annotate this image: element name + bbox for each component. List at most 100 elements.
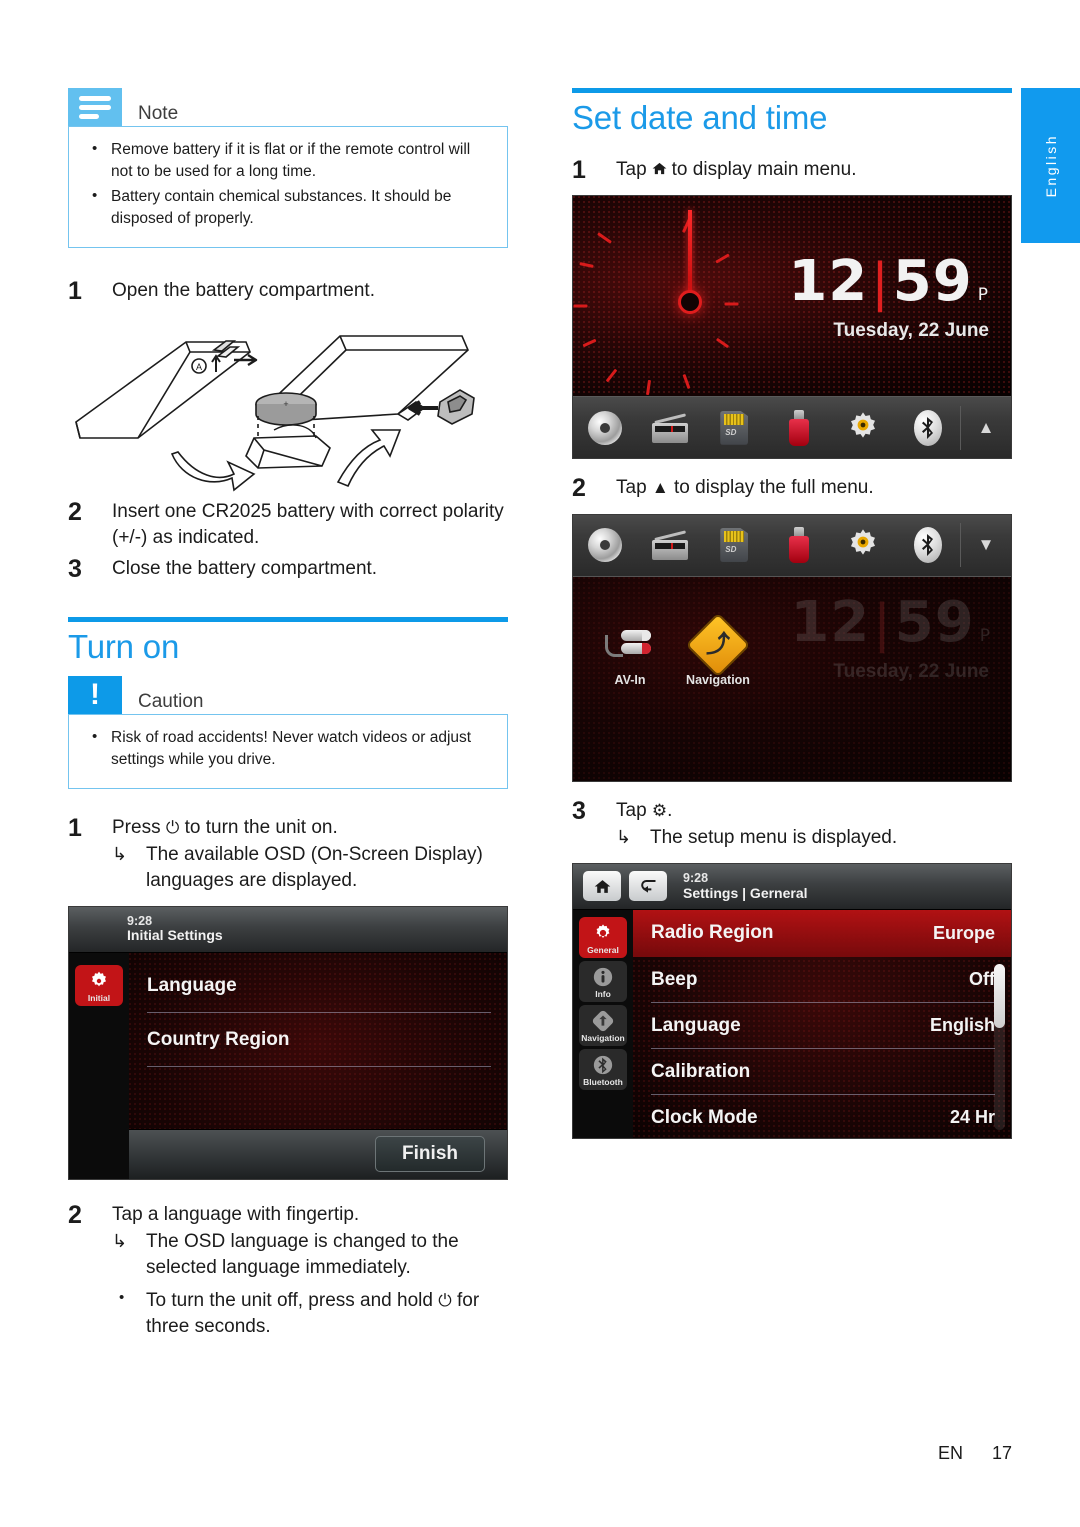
result-arrow-icon: ↳ xyxy=(112,844,128,865)
screen-title: Initial Settings xyxy=(127,927,223,944)
step-number: 2 xyxy=(68,498,82,527)
disc-icon xyxy=(588,410,623,445)
footer-language-code: EN xyxy=(937,1443,963,1463)
list-item[interactable]: Country Region xyxy=(129,1013,507,1067)
list-item[interactable]: Language xyxy=(129,959,507,1013)
result-arrow-icon: ↳ xyxy=(112,1231,128,1252)
bluetooth-icon xyxy=(913,409,942,446)
screen-top-bar: 9:28 Settings | Gerneral xyxy=(573,863,1011,910)
screen-sidebar: General Info Navigation Bluetooth xyxy=(573,909,633,1138)
clock-tick xyxy=(724,302,739,306)
caution-item: Risk of road accidents! Never watch vide… xyxy=(85,726,491,772)
toolbar-item-settings[interactable] xyxy=(831,515,896,576)
toolbar-item-disc[interactable] xyxy=(573,397,638,458)
clock-meridiem: P xyxy=(977,285,989,306)
toolbar-item-sd[interactable]: SD xyxy=(702,515,767,576)
app-tile-av-in[interactable]: AV-In xyxy=(587,619,673,687)
clock-tick xyxy=(682,374,691,390)
language-side-tab: English xyxy=(1021,88,1080,243)
step-number: 2 xyxy=(572,474,586,503)
clock-tick xyxy=(715,253,730,264)
app-tile-navigation[interactable]: ⤴ Navigation xyxy=(675,611,761,687)
screen-top-bar: 9:28 Initial Settings xyxy=(69,906,507,953)
toolbar-item-bluetooth[interactable] xyxy=(896,515,961,576)
clock-tick xyxy=(605,368,618,383)
step-text-before: Press xyxy=(112,816,161,838)
heading-rule xyxy=(68,616,508,622)
clock-tick xyxy=(597,232,612,245)
ghost-hours: 12 xyxy=(790,589,871,655)
step-text-after: to turn the unit on. xyxy=(184,816,338,838)
clock-tick xyxy=(645,380,652,396)
ghost-clock-date: Tuesday, 22 June xyxy=(833,660,989,682)
remote-left: A xyxy=(75,340,258,439)
heading-rule xyxy=(572,88,1012,93)
sidebar-item-info[interactable]: Info xyxy=(579,960,627,1002)
full-menu-screenshot: SD ▼ 12 | 59 P Tuesday, 22 June AV-In ⤴ … xyxy=(572,513,1012,782)
toolbar-item-settings[interactable] xyxy=(831,397,896,458)
clock-separator: | xyxy=(871,253,890,314)
radio-icon xyxy=(651,413,688,443)
language-side-tab-label: English xyxy=(1042,133,1059,198)
toolbar-item-disc[interactable] xyxy=(573,515,638,576)
finish-button[interactable]: Finish xyxy=(375,1136,485,1173)
step-number: 3 xyxy=(68,555,82,584)
sidebar-item-navigation[interactable]: Navigation xyxy=(579,1004,627,1046)
footer-page-number: 17 xyxy=(991,1443,1012,1463)
table-row[interactable]: Calibration xyxy=(633,1049,1011,1095)
step-text-after: to display the full menu. xyxy=(674,477,874,499)
sidebar-item-bluetooth[interactable]: Bluetooth xyxy=(579,1048,627,1090)
navigation-icon: ⤴ xyxy=(675,611,761,678)
table-row[interactable]: Language English xyxy=(633,1003,1011,1049)
table-row[interactable]: Clock Mode 24 Hr xyxy=(633,1095,1011,1138)
sidebar-item-label: General xyxy=(587,944,619,955)
setting-label: Language xyxy=(651,1014,741,1036)
toolbar-item-radio[interactable] xyxy=(638,515,703,576)
toolbar-item-usb[interactable] xyxy=(767,515,832,576)
table-row[interactable]: Beep Off xyxy=(633,957,1011,1003)
setting-value: English xyxy=(929,1015,995,1036)
date-time-step-3: 3 Tap ⚙. ↳ The setup menu is displayed. xyxy=(572,796,1012,851)
list-item-label: Country Region xyxy=(147,1028,290,1050)
manual-page: English Note Remove battery if it is fla… xyxy=(0,0,1080,1527)
result-text: The available OSD (On-Screen Display) la… xyxy=(146,844,483,891)
sidebar-item-label: Bluetooth xyxy=(583,1076,623,1087)
sidebar-item-label: Navigation xyxy=(581,1032,625,1043)
step-number: 3 xyxy=(572,796,586,825)
toolbar-item-sd[interactable]: SD xyxy=(702,397,767,458)
date-time-step-1: 1 Tap to display main menu. xyxy=(572,157,1012,184)
step-text-before: Tap xyxy=(616,799,647,821)
battery-step-3: 3 Close the battery compartment. xyxy=(68,555,508,584)
usb-icon xyxy=(788,409,809,446)
source-toolbar: SD xyxy=(573,396,1011,459)
sd-card-icon: SD xyxy=(720,410,749,445)
sidebar-item-initial[interactable]: Initial xyxy=(75,964,123,1006)
setting-label: Calibration xyxy=(651,1060,751,1082)
sidebar-item-general[interactable]: General xyxy=(579,916,627,958)
clock-hours: 12 xyxy=(788,249,869,315)
step-number: 1 xyxy=(68,276,82,305)
initial-settings-screenshot: 9:28 Initial Settings Initial Language C… xyxy=(68,905,508,1180)
collapse-menu-button[interactable]: ▼ xyxy=(961,535,1011,555)
sd-card-icon: SD xyxy=(720,528,749,562)
expand-menu-button[interactable]: ▲ xyxy=(961,418,1011,438)
battery-step-2: 2 Insert one CR2025 battery with correct… xyxy=(68,499,508,550)
disc-icon xyxy=(588,528,623,562)
step-number: 2 xyxy=(68,1200,82,1229)
home-icon xyxy=(652,160,672,179)
home-button[interactable] xyxy=(583,871,621,902)
note-item: Remove battery if it is flat or if the r… xyxy=(85,138,491,184)
table-row[interactable]: Radio Region Europe xyxy=(633,909,1011,957)
step-text: Open the battery compartment. xyxy=(112,279,375,301)
toolbar-item-usb[interactable] xyxy=(767,397,832,458)
back-button[interactable] xyxy=(629,871,667,902)
right-column: Set date and time 1 Tap to display main … xyxy=(572,88,1012,1139)
toolbar-item-bluetooth[interactable] xyxy=(896,397,961,458)
note-lines-icon xyxy=(68,88,122,126)
clock-date: Tuesday, 22 June xyxy=(833,320,989,342)
scrollbar-thumb[interactable] xyxy=(994,963,1005,1028)
section-title: Set date and time xyxy=(572,99,828,136)
clock-minutes: 59 xyxy=(892,249,973,315)
toolbar-item-radio[interactable] xyxy=(638,397,703,458)
turn-on-step-2: 2 Tap a language with fingertip. ↳ The O… xyxy=(68,1200,508,1340)
